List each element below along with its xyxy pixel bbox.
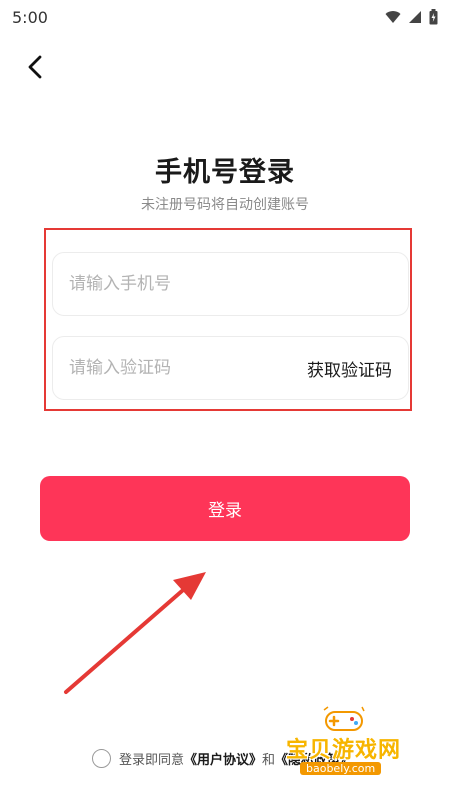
annotation-arrow	[64, 572, 206, 694]
watermark-url: baobely.com	[300, 762, 382, 775]
signal-icon	[409, 11, 421, 23]
chevron-left-icon	[28, 55, 42, 79]
agreement-checkbox[interactable]	[92, 748, 111, 768]
back-button[interactable]	[18, 50, 52, 84]
watermark-name: 宝贝游戏网	[286, 738, 402, 763]
battery-icon	[429, 9, 438, 25]
agreement-and: 和	[262, 752, 276, 768]
agreement-prefix: 登录即同意	[119, 752, 185, 768]
get-code-button[interactable]: 获取验证码	[307, 356, 408, 381]
phone-input[interactable]	[69, 274, 408, 294]
user-agreement-link[interactable]: 《用户协议》	[184, 749, 262, 768]
gamepad-icon	[323, 706, 365, 731]
phone-field[interactable]	[52, 252, 409, 316]
page-subtitle: 未注册号码将自动创建账号	[141, 197, 309, 213]
status-bar: 5:00	[0, 0, 450, 34]
status-icons	[385, 9, 438, 25]
watermark: 宝贝游戏网 baobely.com	[280, 706, 450, 786]
code-input[interactable]	[69, 358, 307, 378]
login-button[interactable]: 登录	[40, 476, 410, 541]
page-title: 手机号登录	[155, 157, 295, 188]
code-field[interactable]: 获取验证码	[52, 336, 409, 400]
status-time: 5:00	[12, 7, 48, 27]
wifi-icon	[385, 11, 401, 23]
